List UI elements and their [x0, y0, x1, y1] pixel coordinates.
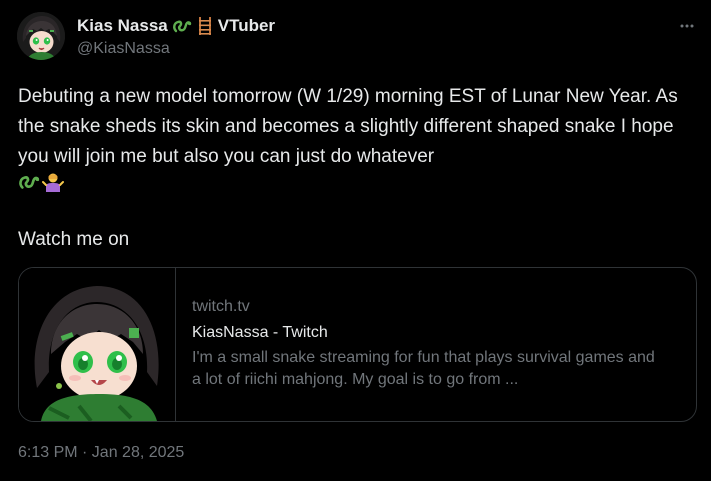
watch-text: Watch me on [18, 229, 130, 250]
display-name-suffix[interactable]: VTuber [218, 16, 275, 36]
more-icon [680, 24, 694, 28]
display-name-row: Kias Nassa VTuber [77, 15, 275, 37]
link-preview-card[interactable]: twitch.tv KiasNassa - Twitch I'm a small… [18, 267, 697, 422]
post-timestamp[interactable]: 6:13 PM · Jan 28, 2025 [18, 444, 184, 462]
card-thumbnail-image [19, 268, 175, 421]
avatar-image [17, 12, 65, 60]
snake-icon [18, 171, 40, 203]
author-info: Kias Nassa VTuber @KiasNassa [77, 15, 275, 58]
display-name[interactable]: Kias Nassa [77, 16, 168, 36]
card-description: I'm a small snake streaming for fun that… [192, 349, 655, 388]
tweet-emoji-line [18, 172, 698, 202]
snake-icon [172, 16, 192, 36]
tweet-text: Debuting a new model tomorrow (W 1/29) m… [18, 82, 698, 202]
tweet-post: Kias Nassa VTuber @KiasNassa Debuting a … [0, 0, 711, 481]
user-handle[interactable]: @KiasNassa [77, 40, 275, 58]
card-domain: twitch.tv [192, 298, 250, 315]
card-body: twitch.tv KiasNassa - Twitch I'm a small… [176, 268, 662, 421]
person-shrugging-icon [42, 171, 64, 203]
ladder-icon [196, 16, 214, 36]
card-title[interactable]: KiasNassa - Twitch [192, 323, 662, 343]
card-thumbnail [19, 268, 176, 421]
avatar[interactable] [17, 12, 65, 60]
more-options-button[interactable] [672, 14, 702, 38]
tweet-body: Debuting a new model tomorrow (W 1/29) m… [18, 86, 678, 167]
